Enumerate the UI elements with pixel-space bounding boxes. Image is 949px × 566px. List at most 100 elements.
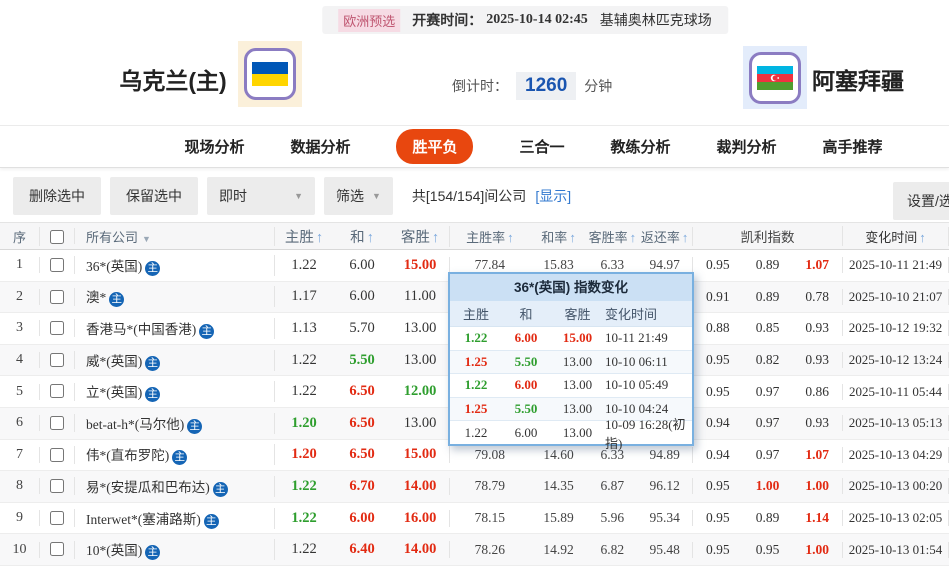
company-name[interactable]: 立*(英国) 主 [75,381,275,403]
row-seq: 10 [0,541,40,558]
rate-value: 96.12 [649,478,680,494]
company-name[interactable]: 香港马*(中国香港) 主 [75,317,275,339]
tab-4[interactable]: 三合一 [519,136,564,157]
delete-selected-button[interactable]: 删除选中 [13,177,101,215]
kelly-value: 0.94 [706,415,730,431]
col-header-home-win[interactable]: 主胜 ↑ [275,226,333,247]
row-checkbox-cell [40,414,75,433]
sort-asc-icon: ↑ [315,229,324,246]
home-flag-card [238,41,302,107]
col-header-payout-rate[interactable]: 返还率 ↑ [637,227,692,246]
instant-dropdown[interactable]: 即时 ▼ [207,177,315,215]
tab-1[interactable]: 现场分析 [184,136,244,157]
venue: 基辅奥林匹克球场 [599,12,712,28]
kelly-value: 0.89 [755,288,780,304]
sort-asc-icon: ↑ [569,229,576,245]
odds-value: 1.22 [291,383,317,400]
popup-odds-value: 6.00 [514,377,538,393]
col-header-company[interactable]: 所有公司 ▼ [75,226,275,246]
company-name[interactable]: Interwet*(塞浦路斯) 主 [75,507,275,529]
odds-value: 6.40 [349,541,375,558]
company-name[interactable]: 威*(英国) 主 [75,349,275,371]
col-header-change-time[interactable]: 变化时间 ↑ [843,226,949,246]
row-checkbox[interactable] [50,352,64,367]
show-link[interactable]: [显示] [535,186,571,206]
company-name[interactable]: 澳* 主 [75,286,275,308]
col-header-away-win[interactable]: 客胜 ↑ [391,226,449,247]
row-seq: 8 [0,478,40,495]
select-all-checkbox[interactable] [50,229,64,244]
kelly-value: 1.07 [805,257,829,273]
change-time: 2025-10-13 05:13 [843,415,949,432]
kelly-value: 0.89 [755,510,780,526]
kelly-value: 0.88 [706,320,730,336]
row-checkbox[interactable] [50,510,64,525]
tab-3[interactable]: 胜平负 [396,129,474,164]
row-checkbox[interactable] [50,479,64,494]
row-checkbox-cell [40,540,75,559]
countdown: 倒计时： 1260 分钟 [452,72,612,100]
company-name[interactable]: 易*(安提瓜和巴布达) 主 [75,475,275,497]
odds-value: 1.22 [291,509,317,526]
row-checkbox[interactable] [50,542,64,557]
col-header-draw[interactable]: 和 ↑ [333,226,391,247]
kelly-value: 0.95 [706,510,730,526]
popup-odds-value: 5.50 [514,401,538,417]
odds-value: 13.00 [403,351,437,368]
kelly-value: 0.86 [805,383,829,399]
popup-odds-value: 6.00 [514,330,538,346]
rate-value: 14.92 [543,541,574,557]
popup-row: 1.25 5.50 13.00 10-10 06:11 [450,350,692,375]
row-seq: 9 [0,510,40,527]
row-checkbox-cell [40,509,75,528]
row-checkbox[interactable] [50,416,64,431]
change-time: 2025-10-13 01:54 [843,541,949,558]
odds-value: 1.22 [291,351,317,368]
company-name[interactable]: 伟*(直布罗陀) 主 [75,444,275,466]
row-checkbox[interactable] [50,321,64,336]
row-seq: 4 [0,352,40,369]
row-checkbox[interactable] [50,289,64,304]
sort-asc-icon: ↑ [366,229,374,246]
col-header-draw-rate[interactable]: 和率 ↑ [530,227,588,246]
tab-6[interactable]: 裁判分析 [717,136,777,157]
popup-row: 1.22 6.00 13.00 10-10 05:49 [450,374,692,398]
home-bookmaker-icon: 主 [109,292,125,308]
rate-value: 14.60 [543,446,574,462]
change-time: 2025-10-13 02:05 [843,510,949,527]
kelly-value: 1.00 [805,541,829,557]
tab-5[interactable]: 教练分析 [611,136,671,157]
odds-value: 1.17 [291,288,317,305]
row-checkbox[interactable] [50,384,64,399]
kelly-value: 0.95 [706,541,730,557]
kelly-value: 0.93 [805,320,829,336]
kelly-value: 0.78 [805,288,829,304]
tab-7[interactable]: 高手推荐 [823,136,883,157]
settings-button[interactable]: 设置/选择 [893,182,949,220]
row-checkbox[interactable] [50,447,64,462]
keep-selected-button[interactable]: 保留选中 [110,177,198,215]
odds-change-popup: 36*(英国) 指数变化 主胜 和 客胜 变化时间 1.22 6.00 15.00 10-1… [448,272,694,451]
row-checkbox-cell [40,445,75,464]
kelly-value: 0.94 [706,446,730,462]
col-header-checkbox [40,228,75,244]
popup-odds-value: 13.00 [562,424,593,440]
row-checkbox[interactable] [50,258,64,273]
kelly-value: 0.93 [805,415,829,431]
tab-2[interactable]: 数据分析 [290,136,350,157]
col-header-home-rate[interactable]: 主胜率 ↑ [450,227,530,246]
filter-dropdown[interactable]: 筛选 ▼ [324,177,393,215]
odds-value: 11.00 [403,288,437,305]
odds-value: 6.50 [349,414,375,431]
company-name[interactable]: 36*(英国) 主 [75,254,275,276]
away-flag-card [743,46,807,109]
sort-asc-icon: ↑ [629,229,637,245]
home-bookmaker-icon: 主 [212,481,228,497]
change-time: 2025-10-11 05:44 [843,383,949,400]
away-team-name: 阿塞拜疆 [812,68,904,94]
company-name[interactable]: 10*(英国) 主 [75,539,275,561]
kelly-value: 0.89 [755,257,780,273]
company-name[interactable]: bet-at-h*(马尔他) 主 [75,412,275,434]
row-checkbox-cell [40,256,75,275]
col-header-away-rate[interactable]: 客胜率 ↑ [587,227,637,246]
